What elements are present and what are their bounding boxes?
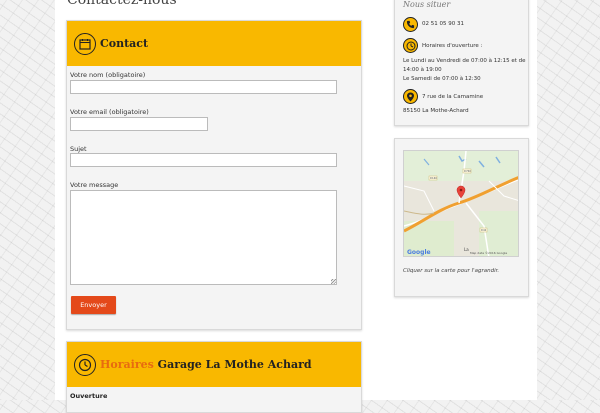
map-pin-icon <box>403 89 418 104</box>
hours-label: Horaires d'ouverture : <box>422 43 483 49</box>
hours-line-3: Le Samedi de 07:00 à 12:30 <box>403 76 481 82</box>
address-line-2: 85150 La Mothe-Achard <box>403 108 469 114</box>
phone-icon <box>403 17 418 32</box>
hours-card-header: Horaires Garage La Mothe Achard <box>67 342 361 387</box>
subject-input[interactable] <box>70 153 337 167</box>
map-road-label-3: D42 <box>481 228 487 232</box>
clock-icon <box>74 353 96 376</box>
hours-title-rest: Garage La Mothe Achard <box>157 358 312 371</box>
hours-card-title: Horaires Garage La Mothe Achard <box>100 358 312 371</box>
contact-title: Contact <box>100 37 149 50</box>
clock-icon <box>403 38 418 53</box>
textarea-resize-handle[interactable] <box>331 279 336 284</box>
map-caption: Cliquer sur la carte pour l'agrandir. <box>403 268 500 274</box>
google-logo: Google <box>407 249 431 256</box>
address-line-1: 7 rue de la Camamine <box>422 94 484 100</box>
map-attribution: Map data ©2016 Google <box>470 251 507 255</box>
sidebar-title: Nous situer <box>403 0 451 9</box>
contact-card-header: Contact <box>67 21 361 66</box>
email-label: Votre email (obligatoire) <box>70 108 149 116</box>
hours-card: Horaires Garage La Mothe Achard <box>66 341 362 413</box>
calendar-icon <box>74 32 96 55</box>
location-map[interactable]: D760 D160 D42 La Google Map data ©2016 G… <box>403 150 519 257</box>
phone-number[interactable]: 02 51 05 90 31 <box>422 20 464 28</box>
name-label: Votre nom (obligatoire) <box>70 71 146 79</box>
name-input[interactable] <box>70 80 337 94</box>
send-button[interactable]: Envoyer <box>71 296 116 314</box>
page-title: Contactez-nous <box>67 0 177 8</box>
message-textarea[interactable] <box>70 190 337 285</box>
map-graphic: D760 D160 D42 La Google Map data ©2016 G… <box>404 151 518 256</box>
hours-title-accent: Horaires <box>100 358 154 371</box>
ouverture-label: Ouverture <box>70 392 108 400</box>
subject-label: Sujet <box>70 145 87 153</box>
email-input[interactable] <box>70 117 208 131</box>
hours-line-1: Le Lundi au Vendredi de 07:00 à 12:15 et… <box>403 58 526 64</box>
message-label: Votre message <box>70 181 119 189</box>
hours-line-2: 14:00 à 19:00 <box>403 67 442 73</box>
map-town-label: La <box>464 247 469 252</box>
map-road-label-1: D760 <box>464 169 471 173</box>
map-road-label-2: D160 <box>430 176 437 180</box>
